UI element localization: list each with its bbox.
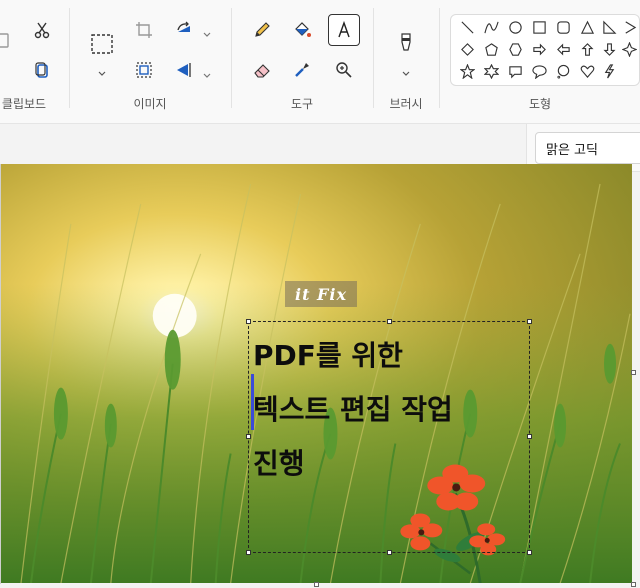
flip-icon[interactable] [170,56,198,84]
resize-handle[interactable] [527,319,532,324]
canvas[interactable]: it Fix PDF를 위한 텍스트 편집 작업 진행 [0,164,632,584]
pencil-icon[interactable] [248,16,276,44]
copy-icon[interactable] [28,56,56,84]
watermark-label: it Fix [285,281,357,307]
font-family-select[interactable]: 맑은 고딕 [535,132,640,164]
cut-icon[interactable] [28,16,56,44]
brush-icon[interactable] [392,28,420,56]
resize-handle[interactable] [387,319,392,324]
brushes-label: 브러시 [389,97,423,111]
resize-handle[interactable] [387,550,392,555]
image-group: 이미지 [70,0,230,124]
shapes-group: 도형 [440,0,640,124]
shapes-label: 도형 [528,97,552,111]
brushes-group: 브러시 [374,0,438,124]
resize-handle[interactable] [527,550,532,555]
color-picker-icon[interactable] [288,56,316,84]
image-label: 이미지 [133,97,167,111]
canvas-resize-handle[interactable] [631,582,636,587]
eraser-icon[interactable] [248,56,276,84]
rotate-icon[interactable] [170,16,198,44]
text-line[interactable]: PDF를 위한 [253,334,403,374]
text-box-selection[interactable]: PDF를 위한 텍스트 편집 작업 진행 [246,319,532,555]
chevron-down-icon[interactable] [97,64,107,76]
clipboard-group: 클립보드 [0,0,58,124]
resize-handle[interactable] [527,434,532,439]
resize-handle[interactable] [246,319,251,324]
canvas-resize-handle[interactable] [314,582,319,587]
resize-handle[interactable] [246,550,251,555]
chevron-down-icon[interactable] [202,66,212,78]
magnifier-icon[interactable] [330,56,358,84]
resize-icon[interactable] [130,56,158,84]
text-line[interactable]: 텍스트 편집 작업 [253,388,453,428]
chevron-down-icon[interactable] [202,25,212,37]
text-tool-icon[interactable] [328,14,360,46]
canvas-resize-handle[interactable] [631,370,636,375]
fill-icon[interactable] [288,16,316,44]
ribbon: 클립보드 이미지 도구 브러시 도형 [0,0,640,124]
resize-handle[interactable] [246,434,251,439]
text-line[interactable]: 진행 [253,442,305,482]
paste-icon[interactable] [0,26,18,54]
clipboard-label: 클립보드 [1,97,47,111]
crop-icon[interactable] [130,16,158,44]
tools-label: 도구 [290,97,314,111]
select-icon[interactable] [86,28,118,60]
tools-group: 도구 [232,0,372,124]
chevron-down-icon[interactable] [401,64,411,76]
